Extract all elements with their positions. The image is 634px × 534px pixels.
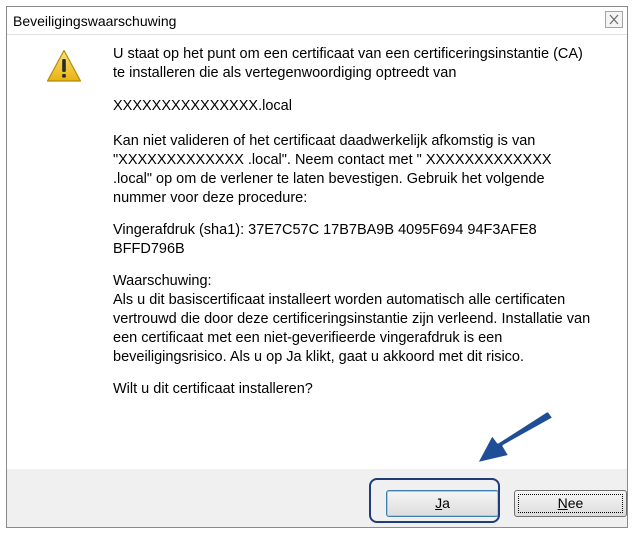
arrow-icon	[474, 412, 556, 466]
intro-text: U staat op het punt om een certificaat v…	[113, 46, 583, 81]
focus-rectangle	[518, 494, 623, 513]
warning-body: Als u dit basiscertificaat installeert w…	[113, 292, 591, 365]
validation-text: Kan niet valideren of het certificaat da…	[113, 133, 552, 206]
thumbprint-text: Vingerafdruk (sha1): 37E7C57C 17B7BA9B 4…	[113, 222, 537, 257]
hostname-text: XXXXXXXXXXXXXXX.local	[113, 98, 292, 114]
message-text: U staat op het punt om een certificaat v…	[113, 45, 593, 412]
warning-icon	[46, 49, 82, 82]
title-bar: Beveiligingswaarschuwing	[7, 7, 627, 35]
button-bar: Ja Nee	[7, 469, 627, 527]
close-button[interactable]	[605, 11, 623, 28]
question-text: Wilt u dit certificaat installeren?	[113, 381, 313, 397]
window-title: Beveiligingswaarschuwing	[13, 13, 177, 29]
yes-button-highlight	[369, 478, 500, 523]
warning-heading: Waarschuwing:	[113, 273, 212, 289]
close-icon	[609, 14, 619, 25]
no-button[interactable]: Nee	[514, 490, 627, 517]
